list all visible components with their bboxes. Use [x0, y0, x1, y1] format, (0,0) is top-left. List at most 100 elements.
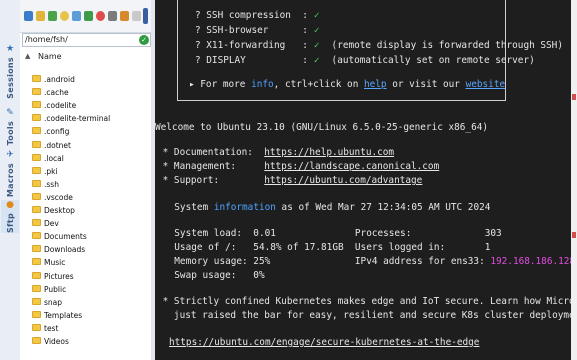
file-name: .local — [44, 153, 64, 163]
stat-line: Usage of /: 54.8% of 17.81GB Users logge… — [163, 242, 490, 254]
file-name: .codelite-terminal — [44, 114, 111, 124]
column-name-header: Name — [38, 52, 62, 61]
file-name: .config — [44, 127, 70, 137]
file-list-item[interactable]: Pictures — [20, 270, 151, 283]
url-link[interactable]: https://landscape.canonical.com — [264, 161, 439, 172]
file-name: Desktop — [44, 206, 75, 215]
folder-icon — [32, 232, 41, 240]
file-name: Videos — [44, 337, 69, 346]
terminal-text: just raised the bar for easy, resilient … — [157, 310, 577, 321]
file-name: .pki — [44, 166, 58, 176]
file-list-item[interactable]: test — [20, 322, 151, 335]
file-name: Music — [44, 258, 66, 268]
folder-icon — [32, 140, 41, 148]
ip-address: 192.168.186.128 — [490, 256, 576, 267]
tab-sftp[interactable]: ● Sftp — [1, 200, 19, 233]
folder-icon — [32, 323, 41, 331]
tab-macros[interactable]: ✈ Macros — [1, 150, 19, 197]
terminal-text: System load: 0.01 — [163, 228, 355, 239]
scroll-marker — [572, 232, 576, 238]
welcome-line: Welcome to Ubuntu 23.10 (GNU/Linux 6.5.0… — [155, 122, 488, 134]
stat-line: Swap usage: 0% — [163, 270, 265, 282]
wrench-icon[interactable] — [120, 11, 129, 21]
download-icon[interactable] — [48, 11, 57, 21]
box-line: ? SSH compression : ✓ — [195, 10, 332, 22]
stat-line: System load: 0.01 Processes: 303 — [163, 228, 501, 240]
file-name: .ssh — [44, 179, 59, 189]
folder-icon — [32, 219, 41, 227]
terminal-text: Swap usage: 0% — [163, 270, 265, 281]
terminal-scrollbar[interactable] — [571, 0, 577, 360]
file-list-item[interactable]: Dev — [20, 217, 151, 230]
new-file-icon[interactable] — [84, 11, 93, 21]
terminal-view[interactable]: ? SSH compression : ✓? SSH-browser : ✓? X1… — [155, 0, 577, 360]
doc-link-line: * Management: https://landscape.canonica… — [157, 161, 440, 173]
terminal-text: (remote display is forwarded through SSH… — [331, 40, 563, 51]
file-list-item[interactable]: .android — [20, 73, 151, 86]
terminal-text: * Documentation: — [157, 147, 265, 158]
terminal-text: ? SSH compression : — [195, 10, 308, 21]
checkmark-icon: ✓ — [313, 25, 320, 36]
file-name: .dotnet — [44, 140, 71, 150]
tab-macros-label: Macros — [5, 163, 15, 198]
k8s-url-line: https://ubuntu.com/engage/secure-kuberne… — [169, 337, 479, 349]
properties-icon[interactable] — [108, 11, 117, 21]
settings-icon[interactable] — [132, 11, 141, 21]
url-link[interactable]: https://help.ubuntu.com — [264, 147, 394, 158]
tab-sessions[interactable]: ★ Sessions — [1, 44, 19, 99]
terminal-text: * Management: — [157, 161, 265, 172]
file-list-item[interactable]: .vscode — [20, 191, 151, 204]
file-list-item[interactable]: Public — [20, 283, 151, 296]
folder-icon — [32, 284, 41, 292]
refresh-icon[interactable] — [60, 11, 69, 21]
file-list-item[interactable]: .dotnet — [20, 139, 151, 152]
tab-sessions-label: Sessions — [5, 57, 15, 99]
file-list-item[interactable]: snap — [20, 296, 151, 309]
info-link[interactable]: info — [251, 79, 274, 90]
folder-icon — [32, 245, 41, 253]
folder-icon — [32, 258, 41, 266]
file-list-item[interactable]: .ssh — [20, 178, 151, 191]
file-list: .android .cache .codelite .codelite-termina… — [20, 73, 151, 360]
box-footer: ▸ For more info, ctrl+click on help or v… — [189, 79, 505, 91]
file-list-item[interactable]: .codelite — [20, 99, 151, 112]
website-link[interactable]: website — [466, 79, 506, 90]
file-name: Downloads — [44, 245, 86, 255]
file-list-item[interactable]: Downloads — [20, 243, 151, 256]
tab-tools[interactable]: ✎ Tools — [1, 108, 19, 145]
delete-icon[interactable] — [96, 11, 105, 21]
file-list-item[interactable]: .cache — [20, 86, 151, 99]
k8s-url-link[interactable]: https://ubuntu.com/engage/secure-kuberne… — [169, 337, 479, 348]
checkmark-icon: ✓ — [313, 40, 320, 51]
file-list-item[interactable]: Templates — [20, 309, 151, 322]
scroll-marker — [572, 94, 576, 100]
file-list-item[interactable]: .codelite-terminal — [20, 112, 151, 125]
sysinfo-line: System information as of Wed Mar 27 12:3… — [163, 202, 490, 214]
file-name: .codelite — [44, 101, 77, 111]
folder-icon — [32, 271, 41, 279]
box-line: ? DISPLAY : ✓ (automatically set on remote… — [195, 55, 535, 67]
checkmark-icon[interactable]: ✓ — [139, 35, 149, 45]
path-input[interactable]: /home/fsh/ ✓ — [22, 33, 151, 47]
file-list-item[interactable]: Videos — [20, 335, 151, 348]
folder-icon[interactable] — [36, 11, 45, 21]
url-link[interactable]: https://ubuntu.com/advantage — [264, 175, 422, 186]
checkmark-icon: ✓ — [313, 10, 320, 21]
help-link[interactable]: help — [364, 79, 387, 90]
file-list-item[interactable]: Desktop — [20, 204, 151, 217]
folder-icon — [32, 297, 41, 305]
upload-icon[interactable] — [72, 11, 81, 21]
file-list-item[interactable]: Music — [20, 256, 151, 269]
globe-icon: ● — [6, 200, 14, 210]
scroll-handle[interactable] — [143, 8, 148, 24]
arrow-up-icon[interactable] — [24, 11, 33, 21]
file-list-item[interactable]: Documents — [20, 230, 151, 243]
tree-header[interactable]: ▲ Name — [20, 47, 151, 67]
stat-line: Memory usage: 25% IPv4 address for ens33… — [163, 256, 575, 268]
folder-icon — [32, 75, 41, 82]
file-list-item[interactable]: .local — [20, 152, 151, 165]
file-list-item[interactable]: .pki — [20, 165, 151, 178]
terminal-text: , ctrl+click on — [273, 79, 364, 90]
file-list-item[interactable]: .config — [20, 125, 151, 138]
box-line: ? SSH-browser : ✓ — [195, 25, 332, 37]
